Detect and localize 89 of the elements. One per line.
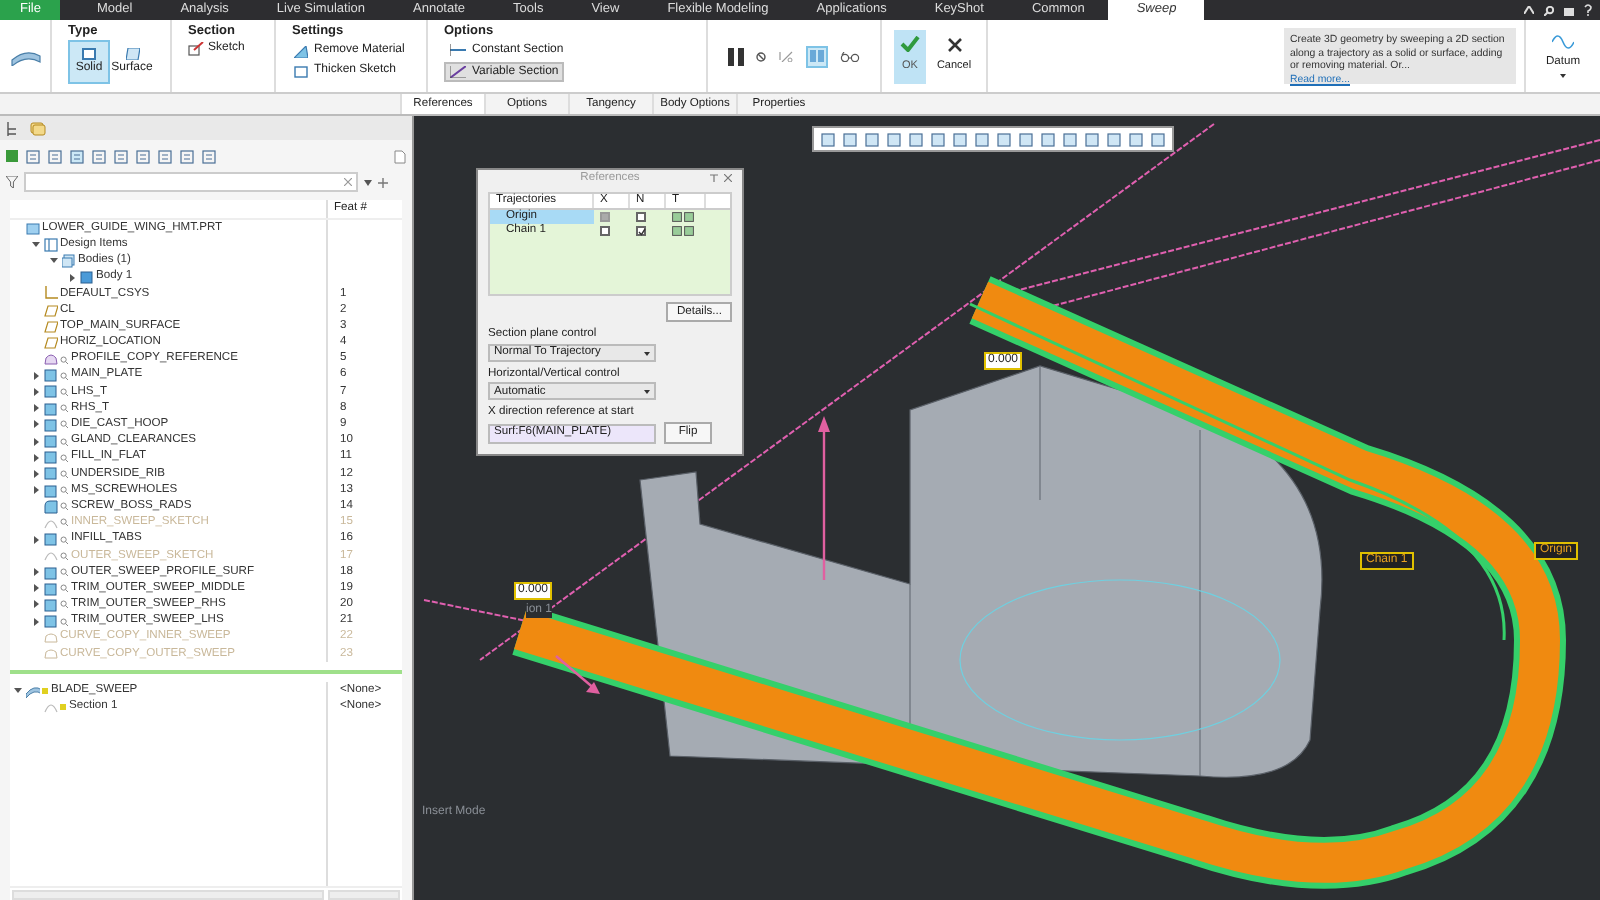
collapsed-arrow-icon[interactable]: [32, 371, 40, 380]
collapsed-arrow-icon[interactable]: [68, 273, 76, 282]
marker-icon: [42, 687, 48, 694]
tangency-icon: [672, 212, 694, 222]
checkbox[interactable]: [636, 212, 646, 222]
magnifier-icon: [60, 355, 68, 364]
wave-icon: [1552, 33, 1574, 50]
tree-icon[interactable]: [6, 121, 18, 135]
magnifier-icon: [60, 518, 68, 527]
magnifier-icon: [60, 453, 68, 462]
scroll-bar[interactable]: [328, 889, 400, 899]
stop-icon[interactable]: [756, 51, 766, 61]
collapsed-arrow-icon[interactable]: [32, 404, 40, 413]
arc-icon: [43, 515, 57, 530]
sweep-icon: [25, 683, 39, 698]
caret-up-icon: [1524, 6, 1534, 14]
expanded-arrow-icon[interactable]: [14, 686, 22, 695]
magnifier-icon: [60, 535, 68, 544]
glasses-icon[interactable]: [840, 51, 860, 61]
caret-down-icon[interactable]: [364, 179, 372, 185]
collapsed-arrow-icon[interactable]: [32, 469, 40, 478]
checkbox[interactable]: [600, 226, 610, 236]
expanded-arrow-icon[interactable]: [50, 256, 58, 265]
tangency-icon: [672, 226, 694, 236]
magnifier-icon: [60, 387, 68, 396]
surface-copy-icon: [43, 352, 57, 367]
magnifier-icon: [60, 437, 68, 446]
magnifier-icon: [60, 551, 68, 560]
round-icon: [43, 499, 57, 514]
caret-down-icon: [1560, 74, 1566, 79]
magnifier-icon: [60, 502, 68, 511]
magnifier-icon: [60, 600, 68, 609]
document-icon[interactable]: [394, 149, 406, 163]
magnifier-icon: [60, 486, 68, 495]
collapsed-arrow-icon[interactable]: [32, 420, 40, 429]
cube-stack-icon: [61, 253, 75, 268]
magnifier-icon: [60, 617, 68, 626]
fraction-icon[interactable]: [778, 50, 794, 62]
preview-icon: [810, 50, 824, 62]
close-icon: [947, 37, 961, 52]
magnifier-icon: [60, 420, 68, 429]
help-icon: [1584, 4, 1592, 16]
collapsed-arrow-icon[interactable]: [32, 568, 40, 577]
magnifier-icon: [60, 371, 68, 380]
slant-line-icon: [450, 66, 466, 78]
checkmark-icon: [637, 227, 645, 235]
magnifier-icon: [60, 584, 68, 593]
collapsed-arrow-icon[interactable]: [32, 437, 40, 446]
collapsed-arrow-icon[interactable]: [32, 486, 40, 495]
sweep-icon: [9, 47, 41, 65]
filter-icon[interactable]: [6, 176, 18, 188]
surface-icon: [125, 48, 139, 60]
arc-icon: [43, 548, 57, 563]
search-icon: [1544, 5, 1554, 15]
collapsed-arrow-icon[interactable]: [32, 600, 40, 609]
box-icon: [82, 48, 96, 60]
collapsed-arrow-icon[interactable]: [32, 535, 40, 544]
close-icon[interactable]: [724, 174, 732, 182]
magnifier-icon: [60, 404, 68, 413]
arc-icon: [43, 699, 57, 714]
pin-icon[interactable]: [710, 174, 718, 182]
collapsed-arrow-icon[interactable]: [32, 617, 40, 626]
wedge-icon: [294, 45, 308, 57]
marker-icon: [60, 703, 66, 710]
scroll-bar[interactable]: [12, 889, 324, 899]
plus-icon[interactable]: [378, 177, 388, 187]
preview-button[interactable]: [806, 45, 828, 67]
cube-icon: [79, 270, 93, 285]
collapsed-arrow-icon[interactable]: [32, 387, 40, 396]
folder-icon: [43, 237, 57, 252]
square-icon: [294, 65, 308, 77]
part-icon: [25, 221, 39, 236]
magnifier-icon: [60, 568, 68, 577]
caret-down-icon: [644, 390, 650, 395]
expanded-arrow-icon[interactable]: [32, 240, 40, 249]
checkmark-icon: [900, 36, 920, 53]
checkbox[interactable]: [636, 226, 646, 236]
cube-icon: [43, 532, 57, 547]
clear-icon[interactable]: [344, 178, 352, 186]
collapsed-arrow-icon[interactable]: [32, 584, 40, 593]
axis-icon: [43, 286, 57, 301]
search-field[interactable]: [24, 172, 358, 192]
window-icon: [1564, 5, 1574, 15]
sketch-icon: [188, 42, 204, 56]
collapsed-arrow-icon[interactable]: [32, 453, 40, 462]
ruler-icon: [450, 44, 466, 56]
caret-down-icon: [644, 351, 650, 356]
magnifier-icon: [60, 469, 68, 478]
arrow: [555, 655, 600, 694]
